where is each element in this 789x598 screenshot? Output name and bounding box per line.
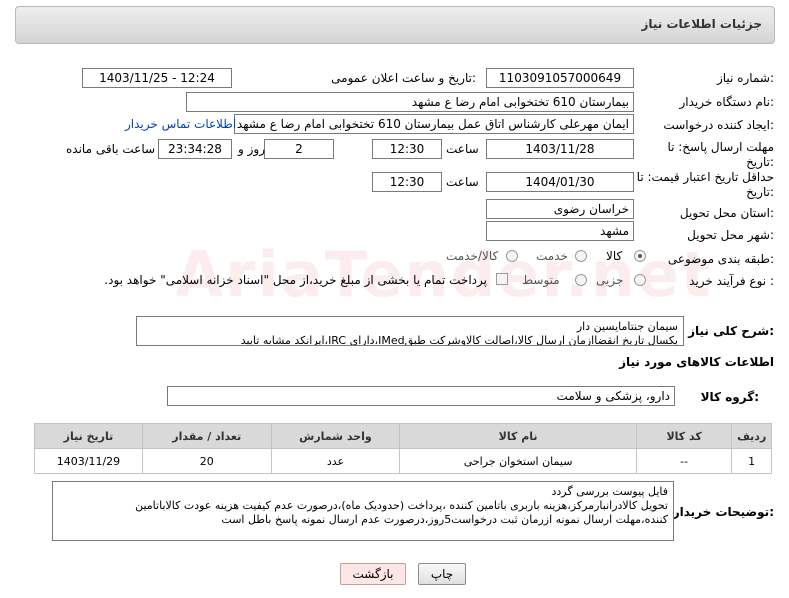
buyer-notes-label: توضیحات خریدار:: [672, 505, 774, 519]
col-date-header: تاریخ نیاز: [34, 423, 143, 449]
description-line-1: سیمان جنتامایسین دار: [576, 320, 678, 333]
cell-unit: عدد: [270, 448, 401, 474]
treasury-payment-note: پرداخت تمام یا بخشی از مبلغ خرید،از محل …: [104, 273, 487, 287]
description-box[interactable]: سیمان جنتامایسین دار یکسال تاریخ انقضااز…: [136, 316, 684, 346]
remaining-time-label: ساعت باقی مانده: [66, 142, 156, 156]
province-label: استان محل تحویل:: [679, 206, 774, 220]
back-button[interactable]: بازگشت: [340, 563, 406, 585]
validity-date-field[interactable]: 1404/01/30: [486, 172, 634, 192]
cell-qty: 20: [141, 448, 272, 474]
col-unit-header: واحد شمارش: [270, 423, 401, 449]
creator-label: ایجاد کننده درخواست:: [663, 118, 774, 132]
deadline-time-field[interactable]: 12:30: [372, 139, 442, 159]
buyer-org-field[interactable]: بیمارستان 610 تختخوابی امام رضا ع مشهد: [186, 92, 634, 112]
table-row[interactable]: 1 -- سیمان استخوان جراحی عدد 20 1403/11/…: [34, 448, 772, 474]
deadline-label: مهلت ارسال پاسخ: تا: [667, 140, 774, 154]
deadline-label-date: تاریخ:: [746, 155, 774, 169]
creator-field[interactable]: ایمان مهرعلی کارشناس اتاق عمل بیمارستان …: [234, 114, 634, 134]
validity-label-date: تاریخ:: [746, 185, 774, 199]
col-code-header: کد کالا: [635, 423, 733, 449]
category-radio-goods-service[interactable]: [506, 250, 518, 262]
buyer-contact-link[interactable]: اطلاعات تماس خریدار: [125, 117, 236, 131]
buyer-org-label: نام دستگاه خریدار:: [679, 95, 775, 109]
buyer-notes-line-2: تحویل کالادرانبارمرکز،هزینه باربری باتام…: [135, 499, 668, 512]
process-option-medium: متوسط: [522, 273, 560, 287]
page-title: جزئیات اطلاعات نیاز: [641, 17, 762, 31]
cell-date: 1403/11/29: [34, 448, 143, 474]
city-field[interactable]: مشهد: [486, 221, 634, 241]
category-label: طبقه بندی موضوعی:: [667, 252, 774, 266]
col-qty-header: تعداد / مقدار: [141, 423, 272, 449]
days-label: روز و: [238, 142, 265, 156]
days-remaining-field[interactable]: 2: [264, 139, 334, 159]
buyer-notes-box[interactable]: فایل پیوست بررسی گردد تحویل کالادرانبارم…: [52, 481, 674, 541]
process-type-label: نوع فرآیند خرید :: [689, 274, 774, 288]
category-radio-service[interactable]: [575, 250, 587, 262]
print-button[interactable]: چاپ: [418, 563, 466, 585]
description-line-2: یکسال تاریخ انقضاازمان ارسال کالا،اصالت …: [240, 334, 678, 346]
need-number-label: شماره نیاز:: [716, 71, 774, 85]
need-number-field[interactable]: 1103091057000649: [486, 68, 634, 88]
header-panel: جزئیات اطلاعات نیاز: [15, 6, 775, 44]
cell-name: سیمان استخوان جراحی: [399, 448, 637, 474]
category-option-goods-service: کالا/خدمت: [446, 249, 499, 263]
treasury-payment-checkbox[interactable]: [496, 273, 508, 285]
process-option-minor: جزیی: [596, 273, 624, 287]
validity-time-label: ساعت: [446, 175, 479, 189]
validity-label: حداقل تاریخ اعتبار قیمت: تا: [636, 170, 774, 184]
goods-group-field[interactable]: دارو، پزشکی و سلامت: [167, 386, 675, 406]
col-name-header: نام کالا: [399, 423, 637, 449]
goods-group-label: گروه کالا:: [700, 390, 759, 404]
deadline-date-field[interactable]: 1403/11/28: [486, 139, 634, 159]
announce-date-label: تاریخ و ساعت اعلان عمومی:: [331, 71, 476, 85]
cell-code: --: [635, 448, 733, 474]
cell-row-number: 1: [731, 448, 772, 474]
process-radio-minor[interactable]: [634, 274, 646, 286]
goods-section-title: اطلاعات کالاهای مورد نیاز: [619, 355, 774, 369]
description-label: شرح کلی نیاز:: [688, 324, 774, 338]
category-option-service: خدمت: [536, 249, 568, 263]
buyer-notes-line-1: فایل پیوست بررسی گردد: [551, 485, 668, 498]
buyer-notes-line-3: کننده،مهلت ارسال نمونه ازرمان ثبت درخواس…: [221, 513, 668, 526]
remaining-time-field[interactable]: 23:34:28: [158, 139, 232, 159]
deadline-time-label: ساعت: [446, 142, 479, 156]
col-row-header: ردیف: [731, 423, 772, 449]
table-header-row: ردیف کد کالا نام کالا واحد شمارش تعداد /…: [34, 423, 772, 449]
category-radio-goods[interactable]: [634, 250, 646, 262]
process-radio-medium[interactable]: [575, 274, 587, 286]
validity-time-field[interactable]: 12:30: [372, 172, 442, 192]
announce-date-field[interactable]: 1403/11/25 - 12:24: [82, 68, 232, 88]
city-label: شهر محل تحویل:: [687, 228, 774, 242]
items-table: ردیف کد کالا نام کالا واحد شمارش تعداد /…: [34, 423, 772, 474]
province-field[interactable]: خراسان رضوی: [486, 199, 634, 219]
category-option-goods: کالا: [606, 249, 623, 263]
